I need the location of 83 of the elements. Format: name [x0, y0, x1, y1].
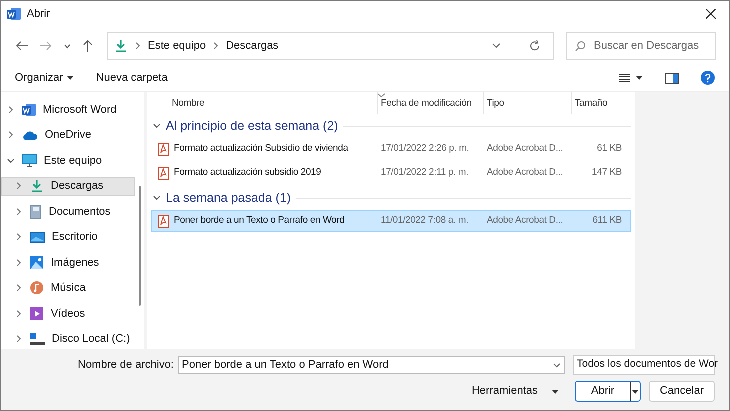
- pdf-icon: [158, 166, 169, 180]
- breadcrumb-item[interactable]: Descargas: [226, 38, 279, 54]
- sidebar-item[interactable]: Imágenes: [1, 253, 135, 272]
- file-date: 11/01/2022 7:08 a. m.: [380, 214, 470, 228]
- sidebar-item[interactable]: Escritorio: [1, 228, 135, 247]
- column-header[interactable]: Nombre: [151, 92, 377, 114]
- pdf-icon: [158, 214, 169, 228]
- question-mark-icon: [705, 74, 711, 82]
- chevron-down-icon[interactable]: [553, 362, 561, 368]
- music-icon: [30, 281, 44, 296]
- sort-caret-icon: [377, 93, 386, 98]
- column-header[interactable]: Fecha de modificación: [377, 92, 483, 114]
- window-title: Abrir: [27, 6, 50, 22]
- scrollbar[interactable]: [138, 186, 140, 306]
- file-date: 17/01/2022 2:26 p. m.: [380, 142, 470, 156]
- up-arrow-icon: [83, 40, 93, 52]
- filename-label: Nombre de archivo:: [78, 358, 174, 373]
- caret-icon: [552, 390, 559, 394]
- new-folder-button[interactable]: Nueva carpeta: [96, 70, 168, 86]
- download-icon: [114, 39, 128, 53]
- sidebar-item[interactable]: OneDrive: [1, 126, 135, 145]
- cancel-button[interactable]: Cancelar: [649, 381, 715, 402]
- search-box[interactable]: Buscar en Descargas: [566, 32, 716, 60]
- tools-button[interactable]: Herramientas: [472, 383, 559, 400]
- column-header[interactable]: Tamaño: [571, 92, 623, 114]
- view-options-button[interactable]: [619, 74, 643, 82]
- close-icon: [706, 9, 716, 19]
- sidebar-item[interactable]: Este equipo: [1, 151, 135, 170]
- sidebar-item[interactable]: Documentos: [1, 202, 135, 222]
- list-view-icon: [619, 74, 630, 82]
- sidebar-item[interactable]: Música: [1, 278, 135, 298]
- refresh-icon[interactable]: [529, 40, 541, 52]
- file-date: 17/01/2022 2:11 p. m.: [380, 166, 470, 180]
- help-button[interactable]: [701, 71, 715, 85]
- file-size: 611 KB: [592, 214, 623, 228]
- separator-chevron-icon[interactable]: [134, 42, 142, 50]
- file-name: Formato actualización subsidio 2019: [174, 166, 322, 180]
- file-row[interactable]: Formato actualización Subsidio de vivienda 17/01/2022 2:26 p. m. Adobe Acrobat D... 61 KB: [151, 138, 631, 160]
- file-type: Adobe Acrobat D...: [486, 166, 564, 180]
- file-name: Poner borde a un Texto o Parrafo en Word: [174, 214, 345, 228]
- caret-icon: [632, 390, 639, 394]
- caret-icon: [636, 76, 643, 80]
- download-icon: [30, 179, 44, 194]
- open-button[interactable]: Abrir: [575, 381, 641, 402]
- video-icon: [30, 306, 44, 321]
- desktop-icon: [30, 232, 45, 243]
- monitor-icon: [22, 154, 37, 168]
- pdf-icon: [158, 142, 169, 156]
- address-bar[interactable]: Este equipo Descargas: [107, 32, 554, 60]
- file-type: Adobe Acrobat D...: [486, 214, 564, 228]
- sidebar-item[interactable]: Disco Local (C:): [1, 330, 135, 349]
- caret-icon: [67, 76, 74, 80]
- sidebar-item[interactable]: Descargas: [1, 176, 135, 196]
- right-arrow-icon: [40, 41, 52, 51]
- file-type: Adobe Acrobat D...: [486, 142, 564, 156]
- file-size: 147 KB: [591, 166, 623, 180]
- expand-chevron-icon[interactable]: [7, 156, 15, 165]
- file-name: Formato actualización Subsidio de vivienda: [174, 142, 348, 156]
- file-size: 61 KB: [596, 142, 623, 156]
- group-header[interactable]: Al principio de esta semana (2): [166, 116, 338, 136]
- cloud-icon: [22, 130, 38, 141]
- preview-pane-button[interactable]: [665, 72, 679, 84]
- separator-chevron-icon[interactable]: [212, 42, 220, 50]
- breadcrumb-item[interactable]: Este equipo: [148, 38, 206, 54]
- group-collapse-icon[interactable]: [153, 122, 161, 130]
- file-row[interactable]: Poner borde a un Texto o Parrafo en Word 11/01/2022 7:08 a. m. Adobe Acrobat D... 611 KB: [151, 210, 631, 232]
- search-field[interactable]: Buscar en Descargas: [594, 38, 704, 54]
- document-icon: [30, 204, 42, 219]
- file-row[interactable]: Formato actualización subsidio 2019 17/01/2022 2:11 p. m. Adobe Acrobat D... 147 KB: [151, 162, 631, 184]
- search-icon: [575, 40, 586, 52]
- drive-icon: [30, 332, 45, 346]
- word-icon: [22, 102, 36, 117]
- sidebar-item[interactable]: Microsoft Word: [1, 100, 135, 120]
- group-header[interactable]: La semana pasada (1): [166, 188, 292, 208]
- left-arrow-icon: [16, 41, 28, 51]
- column-header[interactable]: Tipo: [483, 92, 571, 114]
- chevron-down-icon: [64, 44, 70, 48]
- group-collapse-icon[interactable]: [153, 194, 161, 202]
- organize-button[interactable]: Organizar: [15, 70, 74, 86]
- image-icon: [30, 256, 44, 270]
- dropdown-chevron-icon[interactable]: [492, 43, 501, 49]
- word-icon: [7, 7, 21, 21]
- sidebar-item[interactable]: Vídeos: [1, 304, 135, 324]
